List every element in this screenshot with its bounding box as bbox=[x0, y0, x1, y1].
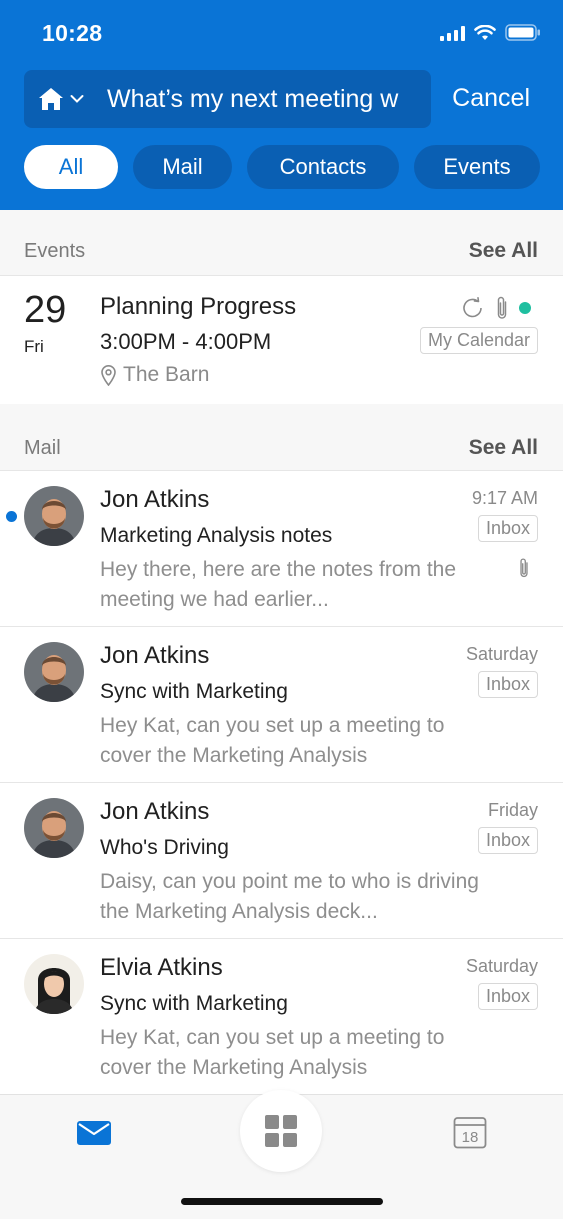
filter-chip-all[interactable]: All bbox=[24, 145, 118, 189]
home-indicator bbox=[181, 1198, 383, 1205]
mail-icon bbox=[77, 1121, 111, 1145]
wifi-icon bbox=[474, 24, 496, 40]
mail-item[interactable]: Jon Atkins Who's Driving Daisy, can you … bbox=[0, 783, 563, 939]
mail-item[interactable]: Elvia Atkins Sync with Marketing Hey Kat… bbox=[0, 939, 563, 1095]
status-bar: 10:28 bbox=[0, 0, 563, 68]
mail-preview: Daisy, can you point me to who is drivin… bbox=[100, 870, 479, 923]
mail-section-header: Mail See All bbox=[0, 404, 563, 471]
search-box[interactable]: What’s my next meeting w bbox=[24, 70, 431, 128]
attachment-icon bbox=[497, 296, 507, 319]
status-time: 10:28 bbox=[42, 20, 103, 46]
events-see-all-button[interactable]: See All bbox=[469, 239, 538, 263]
attachment-icon bbox=[520, 558, 528, 578]
mail-subject: Marketing Analysis notes bbox=[100, 524, 333, 547]
filter-chip-contacts[interactable]: Contacts bbox=[247, 145, 399, 189]
folder-tag: Inbox bbox=[477, 827, 538, 854]
mail-sender: Jon Atkins bbox=[100, 486, 210, 513]
event-location-text: The Barn bbox=[123, 363, 210, 386]
grid-icon bbox=[265, 1115, 297, 1147]
search-row: What’s my next meeting w Cancel bbox=[24, 70, 539, 128]
filter-chip-events[interactable]: Events bbox=[414, 145, 540, 189]
event-time: 3:00PM - 4:00PM bbox=[100, 329, 272, 354]
event-day-name: Fri bbox=[24, 337, 44, 356]
mail-section-title: Mail bbox=[24, 437, 61, 459]
event-item[interactable]: 29 Fri Planning Progress 3:00PM - 4:00PM… bbox=[0, 277, 563, 403]
mail-sender: Jon Atkins bbox=[100, 798, 210, 825]
location-pin-icon bbox=[101, 365, 116, 386]
home-icon bbox=[39, 88, 63, 110]
mail-preview: Hey there, here are the notes from the m… bbox=[100, 558, 457, 611]
scope-selector[interactable] bbox=[38, 84, 90, 114]
event-day-number: 29 bbox=[24, 289, 67, 331]
event-title: Planning Progress bbox=[100, 293, 297, 320]
mail-sender: Jon Atkins bbox=[100, 642, 210, 669]
avatar bbox=[24, 642, 84, 702]
calendar-tag: My Calendar bbox=[419, 327, 538, 354]
cellular-signal-icon bbox=[440, 25, 465, 41]
event-status-icons bbox=[461, 295, 531, 321]
header: 10:28 What’s my next meeting w Cancel Al… bbox=[0, 0, 563, 210]
avatar bbox=[24, 486, 84, 546]
filter-chips: All Mail Contacts Events bbox=[24, 145, 540, 189]
mail-preview: Hey Kat, can you set up a meeting to cov… bbox=[100, 1026, 445, 1079]
events-section-header: Events See All bbox=[0, 210, 563, 276]
mail-see-all-button[interactable]: See All bbox=[469, 436, 538, 460]
tab-calendar[interactable]: 18 bbox=[453, 1115, 487, 1154]
folder-tag: Inbox bbox=[477, 671, 538, 698]
mail-time: Friday bbox=[487, 800, 538, 820]
recurring-icon bbox=[463, 297, 482, 318]
mail-item[interactable]: Jon Atkins Marketing Analysis notes Hey … bbox=[0, 471, 563, 627]
mail-subject: Who's Driving bbox=[100, 836, 229, 859]
folder-tag: Inbox bbox=[477, 515, 538, 542]
battery-icon bbox=[505, 24, 540, 41]
status-icons bbox=[440, 24, 541, 41]
mail-time: Saturday bbox=[465, 644, 538, 664]
availability-dot-icon bbox=[519, 302, 531, 314]
mail-time: Saturday bbox=[465, 956, 538, 976]
calendar-icon: 18 bbox=[453, 1117, 487, 1149]
chevron-down-icon bbox=[70, 95, 84, 103]
search-input[interactable]: What’s my next meeting w bbox=[107, 85, 427, 114]
tab-mail[interactable] bbox=[76, 1119, 112, 1152]
unread-indicator-icon bbox=[6, 511, 17, 522]
mail-item[interactable]: Jon Atkins Sync with Marketing Hey Kat, … bbox=[0, 627, 563, 783]
mail-preview: Hey Kat, can you set up a meeting to cov… bbox=[100, 714, 445, 767]
avatar bbox=[24, 798, 84, 858]
folder-tag: Inbox bbox=[477, 983, 538, 1010]
mail-sender: Elvia Atkins bbox=[100, 954, 223, 981]
event-location: The Barn bbox=[100, 363, 209, 387]
avatar bbox=[24, 954, 84, 1014]
mail-subject: Sync with Marketing bbox=[100, 992, 288, 1015]
tab-apps[interactable] bbox=[240, 1090, 322, 1172]
calendar-day-text: 18 bbox=[462, 1129, 479, 1146]
cancel-button[interactable]: Cancel bbox=[452, 84, 530, 113]
filter-chip-mail[interactable]: Mail bbox=[133, 145, 232, 189]
mail-subject: Sync with Marketing bbox=[100, 680, 288, 703]
events-section-title: Events bbox=[24, 240, 86, 262]
mail-time: 9:17 AM bbox=[471, 488, 538, 508]
